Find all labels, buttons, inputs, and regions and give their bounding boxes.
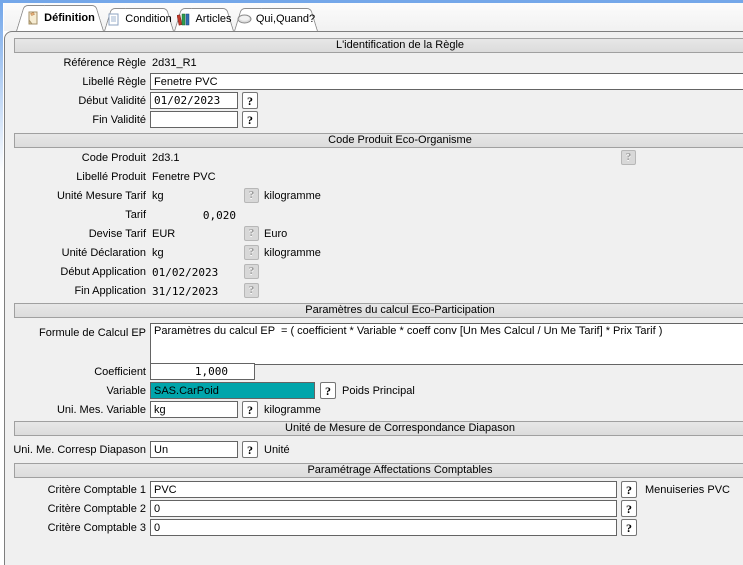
critere-comptable-3-help-button[interactable]: ? [621, 519, 637, 536]
unite-mesure-tarif-label: Unité Mesure Tarif [4, 190, 146, 203]
libelle-regle-label: Libellé Règle [4, 76, 146, 89]
uni-mes-variable-desc: kilogramme [264, 404, 321, 417]
fin-validite-label: Fin Validité [4, 114, 146, 127]
libelle-regle-input[interactable] [150, 73, 743, 90]
code-produit-label: Code Produit [4, 152, 146, 165]
unite-mesure-tarif-desc: kilogramme [264, 190, 321, 203]
tab-definition[interactable]: Définition [16, 5, 104, 31]
fin-application-value: 31/12/2023 [152, 285, 218, 298]
tab-articles-label: Articles [195, 13, 231, 25]
clock-icon [237, 12, 252, 27]
uni-mes-variable-input[interactable] [150, 401, 238, 418]
uni-me-corresp-help-button[interactable]: ? [242, 441, 258, 458]
debut-validite-help-button[interactable]: ? [242, 92, 258, 109]
uni-me-corresp-desc: Unité [264, 444, 290, 457]
variable-label: Variable [4, 385, 146, 398]
critere-comptable-2-input[interactable] [150, 500, 617, 517]
devise-tarif-desc: Euro [264, 228, 287, 241]
uni-mes-variable-help-button[interactable]: ? [242, 401, 258, 418]
devise-tarif-help-button: ? [244, 226, 259, 241]
unite-mesure-tarif-help-button: ? [244, 188, 259, 203]
uni-mes-variable-label: Uni. Mes. Variable [4, 404, 146, 417]
debut-application-label: Début Application [4, 266, 146, 279]
rule-definition-window: Définition Condition Articles Qui,Q [0, 0, 743, 565]
note-icon [25, 10, 40, 25]
coefficient-label: Coefficient [4, 366, 146, 379]
code-produit-value: 2d3.1 [152, 152, 180, 165]
critere-comptable-2-label: Critère Comptable 2 [4, 503, 146, 516]
document-icon [106, 12, 121, 27]
devise-tarif-label: Devise Tarif [4, 228, 146, 241]
variable-input[interactable] [150, 382, 315, 399]
fin-validite-input[interactable] [150, 111, 238, 128]
debut-application-value: 01/02/2023 [152, 266, 218, 279]
tab-definition-label: Définition [44, 12, 95, 24]
affectations-section-header: Paramétrage Affectations Comptables [14, 463, 743, 478]
tab-qui-quand[interactable]: Qui,Quand? [234, 8, 318, 31]
unite-declaration-desc: kilogramme [264, 247, 321, 260]
code-produit-section-header: Code Produit Eco-Organisme [14, 133, 743, 148]
code-produit-help-button: ? [621, 150, 636, 165]
reference-regle-label: Référence Règle [4, 57, 146, 70]
critere-comptable-2-help-button[interactable]: ? [621, 500, 637, 517]
critere-comptable-1-label: Critère Comptable 1 [4, 484, 146, 497]
critere-comptable-3-label: Critère Comptable 3 [4, 522, 146, 535]
tab-condition[interactable]: Condition [104, 8, 174, 31]
window-left-accent [0, 3, 3, 203]
uni-me-corresp-label: Uni. Me. Corresp Diapason [4, 444, 146, 457]
libelle-produit-value: Fenetre PVC [152, 171, 216, 184]
debut-validite-input[interactable] [150, 92, 238, 109]
correspondance-section-header: Unité de Mesure de Correspondance Diapas… [14, 421, 743, 436]
unite-mesure-tarif-value: kg [152, 190, 164, 203]
variable-help-button[interactable]: ? [320, 382, 336, 399]
unite-declaration-value: kg [152, 247, 164, 260]
devise-tarif-value: EUR [152, 228, 175, 241]
tarif-label: Tarif [4, 209, 146, 222]
critere-comptable-1-input[interactable] [150, 481, 617, 498]
variable-desc: Poids Principal [342, 385, 415, 398]
tarif-value: 0,020 [150, 209, 236, 222]
identification-section-header: L'identification de la Règle [14, 38, 743, 53]
debut-validite-label: Début Validité [4, 95, 146, 108]
books-icon [176, 12, 191, 27]
uni-me-corresp-input[interactable] [150, 441, 238, 458]
critere-comptable-3-input[interactable] [150, 519, 617, 536]
fin-application-help-button: ? [244, 283, 259, 298]
tab-condition-label: Condition [125, 13, 171, 25]
fin-validite-help-button[interactable]: ? [242, 111, 258, 128]
debut-application-help-button: ? [244, 264, 259, 279]
critere-comptable-1-help-button[interactable]: ? [621, 481, 637, 498]
tab-qui-quand-label: Qui,Quand? [256, 13, 315, 25]
parametres-section-header: Paramètres du calcul Eco-Participation [14, 303, 743, 318]
critere-comptable-1-desc: Menuiseries PVC [645, 484, 730, 497]
formule-calcul-label: Formule de Calcul EP [4, 327, 146, 340]
coefficient-input[interactable] [150, 363, 255, 380]
libelle-produit-label: Libellé Produit [4, 171, 146, 184]
reference-regle-value: 2d31_R1 [152, 57, 197, 70]
unite-declaration-help-button: ? [244, 245, 259, 260]
unite-declaration-label: Unité Déclaration [4, 247, 146, 260]
fin-application-label: Fin Application [4, 285, 146, 298]
formule-calcul-textarea[interactable]: Paramètres du calcul EP = ( coefficient … [150, 323, 743, 365]
tab-articles[interactable]: Articles [174, 8, 234, 31]
